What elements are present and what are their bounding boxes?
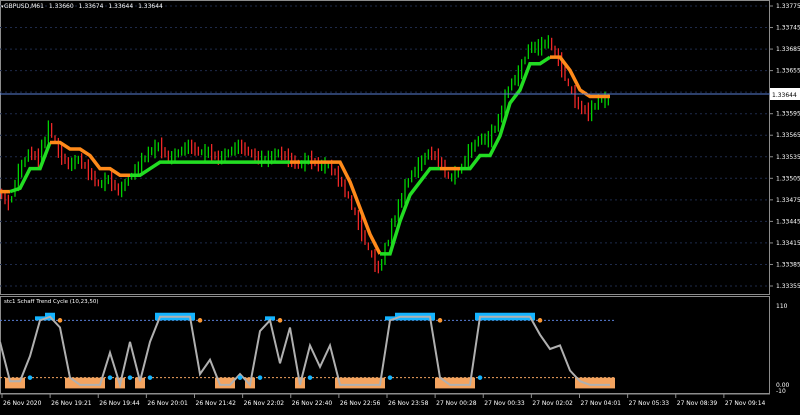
ohlc-open: 1.33660 bbox=[49, 3, 74, 10]
time-tick-label: 27 Nov 00:33 bbox=[484, 400, 525, 407]
price-tick-label: 1.33445 bbox=[776, 218, 800, 225]
time-tick-label: 26 Nov 23:58 bbox=[388, 400, 429, 407]
mt4-chart-window[interactable]: 1.337751.337451.336851.336551.336251.335… bbox=[0, 0, 800, 411]
price-tick-label: 1.33505 bbox=[776, 175, 800, 182]
price-tick-label: 1.33595 bbox=[776, 111, 800, 118]
stc-low-fill bbox=[595, 377, 605, 389]
stc-sell-dot bbox=[437, 318, 443, 323]
price-tick-label: 1.33775 bbox=[776, 3, 800, 10]
price-tick-label: 1.33385 bbox=[776, 261, 800, 268]
time-tick-label: 26 Nov 19:44 bbox=[99, 400, 140, 407]
stc-low-fill bbox=[365, 377, 375, 389]
time-tick-label: 27 Nov 05:33 bbox=[629, 400, 670, 407]
stc-low-fill bbox=[455, 377, 465, 389]
time-tick-label: 27 Nov 08:39 bbox=[677, 400, 718, 407]
time-tick-label: 26 Nov 22:56 bbox=[340, 400, 381, 407]
time-tick-label: 27 Nov 02:02 bbox=[532, 400, 573, 407]
time-tick-label: 26 Nov 21:42 bbox=[196, 400, 237, 407]
time-tick-label: 27 Nov 00:28 bbox=[436, 400, 477, 407]
stc-low-fill bbox=[85, 377, 95, 389]
stc-buy-dot bbox=[387, 375, 393, 380]
stc-buy-dot bbox=[107, 375, 113, 380]
indicator-title: stc1 Schaff Trend Cycle (10,23,50) bbox=[4, 299, 99, 305]
stc-buy-dot bbox=[477, 375, 483, 380]
indicator-level-label: -10 bbox=[776, 388, 786, 395]
stc-sell-dot bbox=[537, 318, 543, 323]
stc-sell-dot bbox=[197, 318, 203, 323]
time-tick-label: 26 Nov 22:02 bbox=[244, 400, 285, 407]
ohlc-low: 1.33644 bbox=[108, 3, 133, 10]
stc-line bbox=[0, 315, 610, 389]
price-tick-label: 1.33685 bbox=[776, 46, 800, 53]
stc-buy-dot bbox=[147, 375, 153, 380]
stc-buy-dot bbox=[307, 375, 313, 380]
ohlc-high: 1.33674 bbox=[79, 3, 104, 10]
stc-buy-dot bbox=[257, 375, 263, 380]
stc-low-fill bbox=[605, 377, 615, 389]
symbol-timeframe: GBPUSD,M61 bbox=[4, 3, 44, 10]
stc-buy-dot bbox=[237, 375, 243, 380]
stc-buy-dot bbox=[27, 375, 33, 380]
time-tick-label: 26 Nov 22:40 bbox=[292, 400, 333, 407]
price-tick-label: 1.33655 bbox=[776, 68, 800, 75]
symbol-info: GBPUSD,M61 1.33660 1.33674 1.33644 1.336… bbox=[4, 3, 163, 10]
time-tick-label: 26 Nov 19:21 bbox=[51, 400, 92, 407]
time-tick-label: 26 Nov 2020 bbox=[3, 400, 42, 407]
time-tick-label: 26 Nov 20:01 bbox=[147, 400, 188, 407]
price-tick-label: 1.33565 bbox=[776, 132, 800, 139]
ohlc-close: 1.33644 bbox=[138, 3, 163, 10]
stc-buy-dot bbox=[127, 375, 133, 380]
current-price-label: 1.33644 bbox=[772, 92, 797, 99]
price-tick-label: 1.33355 bbox=[776, 283, 800, 290]
price-tick-label: 1.33535 bbox=[776, 154, 800, 161]
trend-line-up bbox=[130, 160, 290, 177]
trend-line-up bbox=[380, 166, 440, 256]
stc-sell-dot bbox=[57, 318, 63, 323]
price-tick-label: 1.33745 bbox=[776, 25, 800, 32]
chart-canvas[interactable]: 1.337751.337451.336851.336551.336251.335… bbox=[0, 0, 800, 411]
trend-line-down bbox=[550, 55, 610, 99]
trend-line-up bbox=[9, 141, 52, 194]
stc-low-fill bbox=[355, 377, 365, 389]
stc-low-fill bbox=[225, 377, 235, 389]
price-tick-label: 1.33475 bbox=[776, 197, 800, 204]
stc-low-fill bbox=[345, 377, 355, 389]
trend-line-down bbox=[310, 160, 382, 255]
time-tick-label: 27 Nov 09:14 bbox=[725, 400, 766, 407]
price-tick-label: 1.33415 bbox=[776, 240, 800, 247]
indicator-level-label: 110 bbox=[776, 303, 788, 310]
stc-sell-dot bbox=[277, 318, 283, 323]
time-tick-label: 27 Nov 04:01 bbox=[581, 400, 622, 407]
